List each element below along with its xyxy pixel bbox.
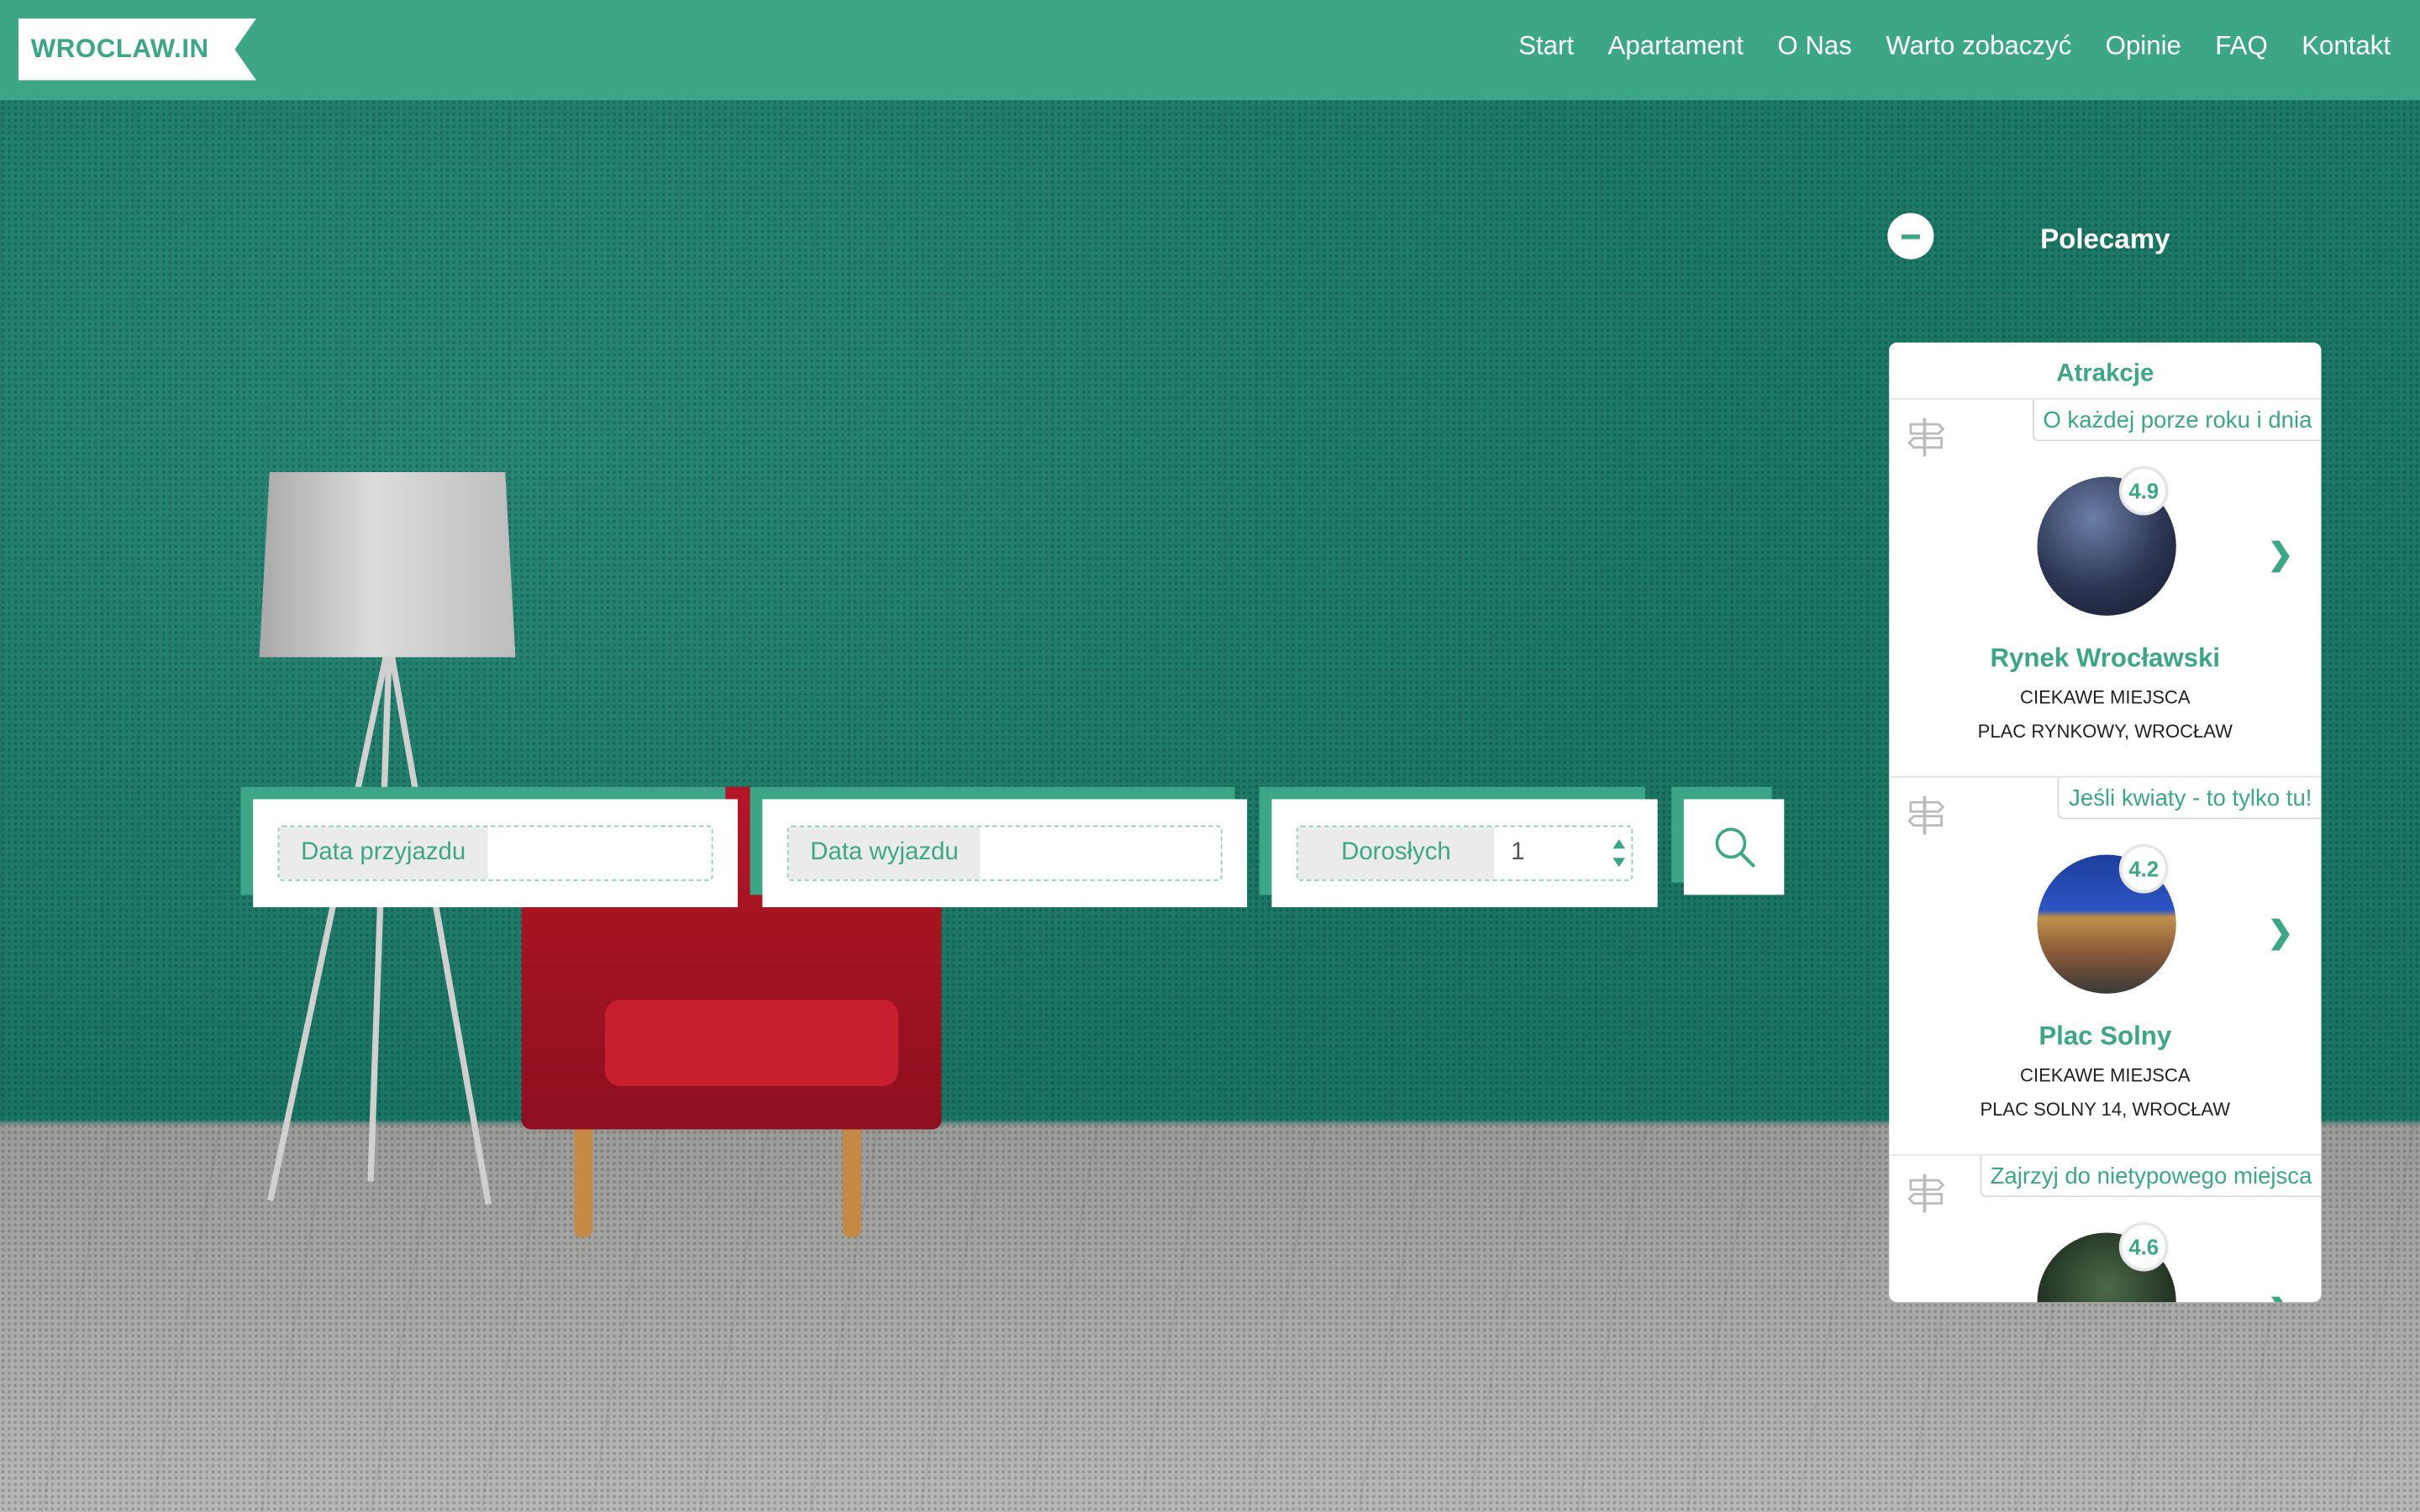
adults-value: 1 <box>1511 839 1525 866</box>
nav-o-nas[interactable]: O Nas <box>1777 31 1852 62</box>
armchair-leg <box>574 1129 593 1238</box>
card-tagline: Zajrzyj do nietypowego miejsca <box>1979 1155 2322 1198</box>
signpost-icon <box>1907 417 1945 457</box>
collapse-sidebar-button[interactable] <box>1887 213 1934 260</box>
nav-start[interactable]: Start <box>1518 31 1574 62</box>
adults-label: Dorosłych <box>1297 827 1495 879</box>
spinner-arrows-icon[interactable] <box>1612 839 1626 868</box>
signpost-icon <box>1907 795 1945 835</box>
lamp-shade-image <box>259 472 516 658</box>
card-tagline: Jeśli kwiaty - to tylko tu! <box>2058 777 2322 820</box>
minus-icon <box>1901 234 1920 239</box>
nav-warto-zobaczyc[interactable]: Warto zobaczyć <box>1886 31 2071 62</box>
arrival-date-box: Data przyjazdu <box>253 799 738 907</box>
attraction-card[interactable]: O każdej porze roku i dnia 4.9 ❯ Rynek W… <box>1889 397 2322 778</box>
attractions-panel: Atrakcje O każdej porze roku i dnia 4.9 … <box>1889 342 2322 1303</box>
arrival-date-input[interactable]: Data przyjazdu <box>277 825 713 881</box>
attraction-name[interactable]: Plac Solny <box>1889 1021 2321 1053</box>
main-nav: Start Apartament O Nas Warto zobaczyć Op… <box>1518 31 2391 62</box>
rating-badge: 4.9 <box>2118 465 2169 516</box>
attraction-category: CIEKAWE MIEJSCA <box>2020 1064 2191 1087</box>
rating-badge: 4.6 <box>2118 1221 2169 1272</box>
site-header: WROCLAW.IN Start Apartament O Nas Warto … <box>0 0 2420 101</box>
search-icon <box>1714 827 1754 868</box>
chevron-right-icon[interactable]: ❯ <box>2268 913 2294 952</box>
signpost-icon <box>1907 1173 1945 1213</box>
attraction-card[interactable]: Zajrzyj do nietypowego miejsca 4.6 ❯ <box>1889 1153 2322 1303</box>
adults-box: Dorosłych 1 <box>1271 799 1658 907</box>
card-tagline: O każdej porze roku i dnia <box>2032 399 2322 442</box>
attraction-name[interactable]: Rynek Wrocławski <box>1889 643 2321 675</box>
search-button[interactable] <box>1683 799 1785 895</box>
nav-apartament[interactable]: Apartament <box>1608 31 1744 62</box>
nav-faq[interactable]: FAQ <box>2215 31 2267 62</box>
departure-date-label: Data wyjazdu <box>788 827 981 879</box>
sidebar-title: Polecamy <box>2040 223 2170 255</box>
departure-date-box: Data wyjazdu <box>762 799 1248 907</box>
attraction-address: PLAC SOLNY 14, WROCŁAW <box>1980 1098 2231 1121</box>
adults-select[interactable]: Dorosłych 1 <box>1296 825 1634 881</box>
site-logo[interactable]: WROCLAW.IN <box>18 18 256 81</box>
arrival-date-label: Data przyjazdu <box>279 827 487 879</box>
attraction-address: PLAC RYNKOWY, WROCŁAW <box>1977 720 2233 743</box>
nav-opinie[interactable]: Opinie <box>2106 31 2181 62</box>
chevron-right-icon[interactable]: ❯ <box>2268 1291 2294 1302</box>
rating-badge: 4.2 <box>2118 843 2169 894</box>
attraction-category: CIEKAWE MIEJSCA <box>2020 686 2191 709</box>
attraction-card[interactable]: Jeśli kwiaty - to tylko tu! 4.2 ❯ Plac S… <box>1889 775 2322 1156</box>
departure-date-input[interactable]: Data wyjazdu <box>786 825 1223 881</box>
armchair-leg <box>842 1129 861 1238</box>
chevron-right-icon[interactable]: ❯ <box>2268 535 2294 574</box>
panel-title: Atrakcje <box>2056 360 2154 388</box>
armchair-seat <box>604 1000 898 1087</box>
nav-kontakt[interactable]: Kontakt <box>2302 31 2391 62</box>
